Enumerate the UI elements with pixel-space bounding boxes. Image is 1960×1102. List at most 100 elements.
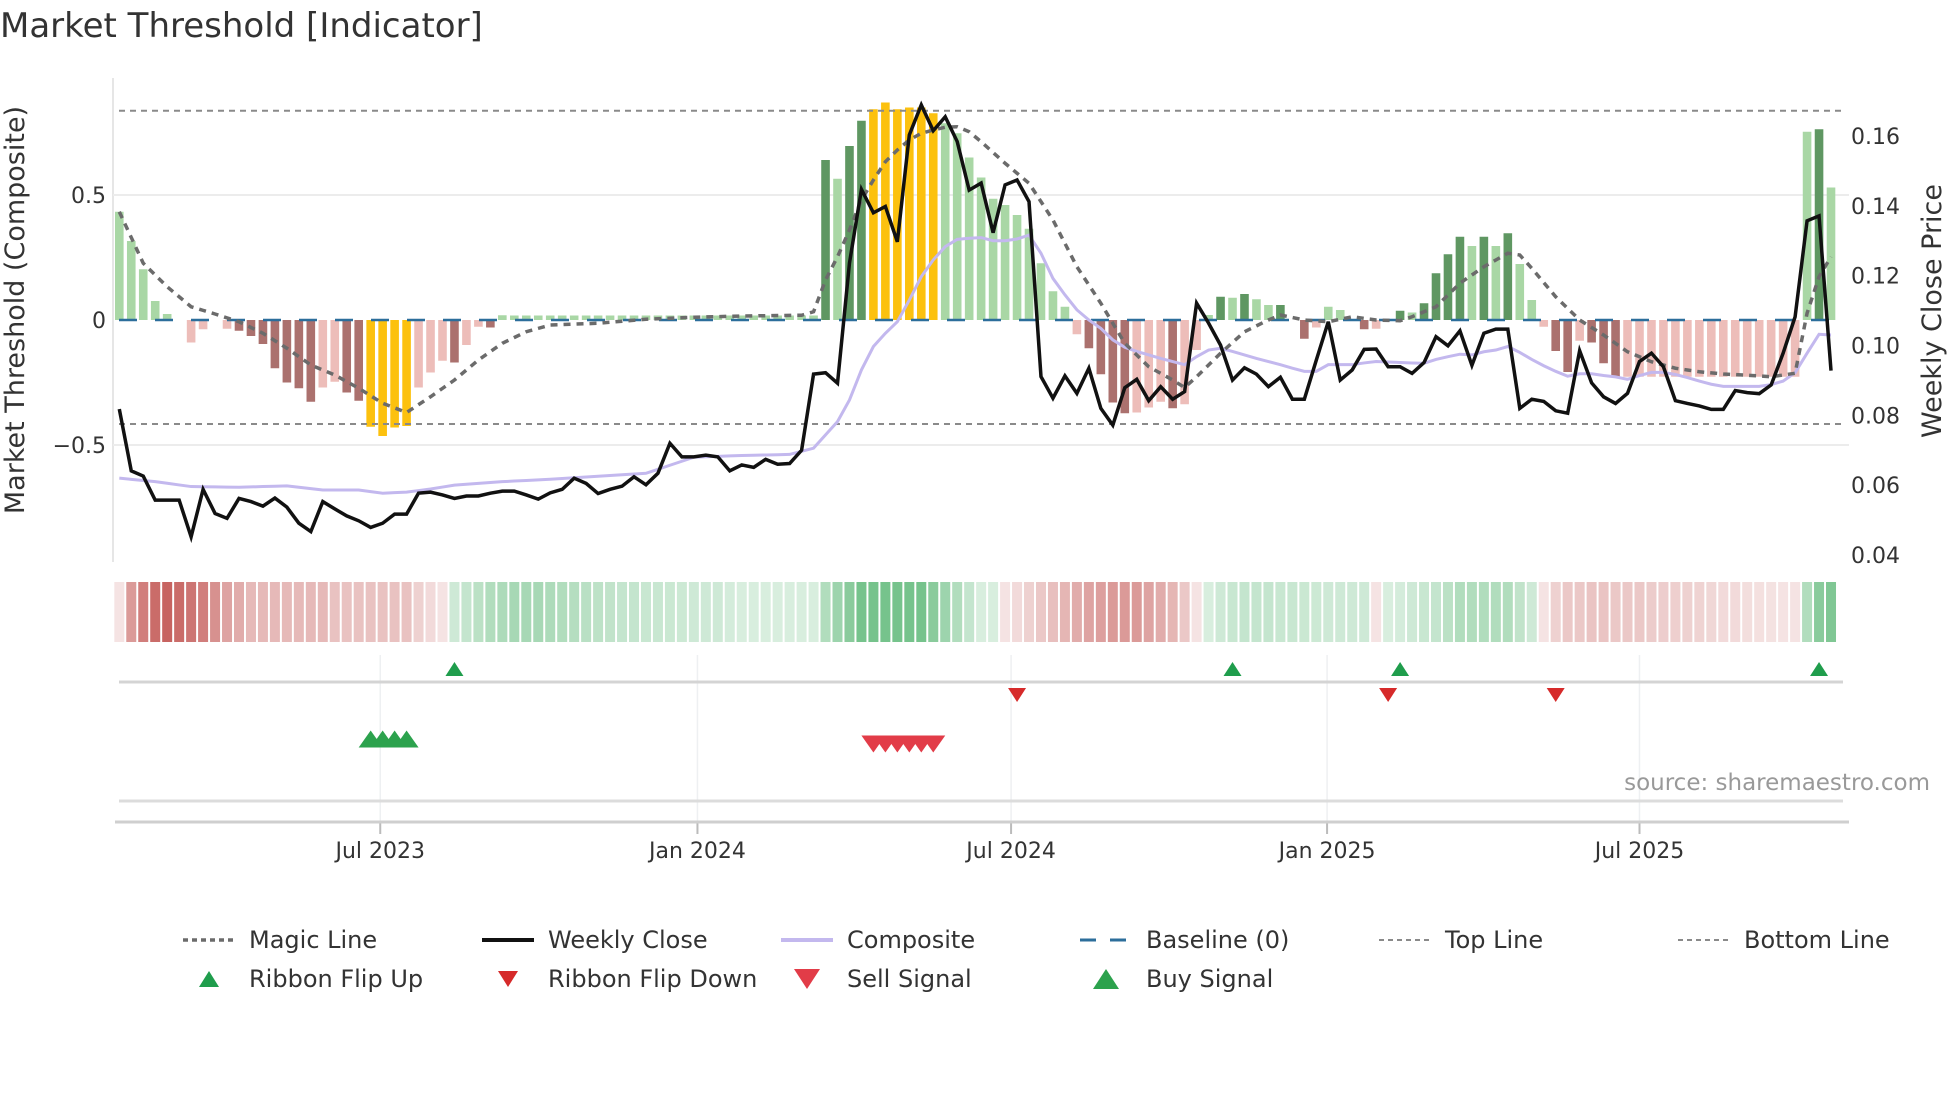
- ribbon-cell: [1766, 582, 1777, 642]
- ribbon-cell: [425, 582, 436, 642]
- ribbon-cell: [605, 582, 616, 642]
- ribbon-cell: [1035, 582, 1046, 642]
- ribbon-cell: [1275, 582, 1286, 642]
- ribbon-cell: [617, 582, 628, 642]
- composite-bar: [1012, 215, 1022, 320]
- composite-bar: [1766, 320, 1776, 377]
- ribbon-cell: [940, 582, 951, 642]
- composite-bar: [1707, 320, 1716, 377]
- ribbon-cell: [1167, 582, 1178, 642]
- ribbon-cell: [1119, 582, 1130, 642]
- x-tick-label: Jan 2025: [1277, 839, 1376, 864]
- ribbon-cell: [533, 582, 544, 642]
- ribbon-cell: [1203, 582, 1214, 642]
- ribbon-cell: [1287, 582, 1298, 642]
- ribbon-cell: [377, 582, 388, 642]
- ribbon-cell: [1012, 582, 1023, 642]
- composite-bar: [1527, 300, 1537, 320]
- ribbon-cell: [904, 582, 915, 642]
- ribbon-cell: [341, 582, 352, 642]
- ribbon-cell: [1024, 582, 1035, 642]
- composite-bar: [1000, 205, 1010, 320]
- ribbon-cell: [281, 582, 292, 642]
- composite-bar: [1431, 273, 1441, 320]
- composite-bar: [1551, 320, 1560, 351]
- right-tick-label: 0.14: [1851, 195, 1900, 220]
- ribbon-cell: [1191, 582, 1202, 642]
- ribbon-cell: [736, 582, 747, 642]
- x-tick-label: Jul 2024: [964, 839, 1056, 864]
- right-tick-label: 0.12: [1851, 265, 1900, 290]
- composite-bar: [138, 269, 148, 320]
- composite-bar: [498, 315, 507, 320]
- ribbon-cell: [1634, 582, 1645, 642]
- ribbon-cell: [114, 582, 125, 642]
- ribbon-cell: [1311, 582, 1322, 642]
- ribbon-cell: [988, 582, 999, 642]
- ribbon-cell: [1694, 582, 1705, 642]
- right-tick-label: 0.06: [1851, 474, 1900, 499]
- ribbon-cell: [724, 582, 735, 642]
- composite-bars: [115, 102, 1836, 436]
- composite-bar: [1276, 305, 1285, 320]
- ribbon-cell: [1526, 582, 1537, 642]
- composite-bar: [1503, 233, 1513, 320]
- ribbon-cell: [269, 582, 280, 642]
- composite-bar: [115, 211, 124, 320]
- composite-bar: [198, 320, 208, 330]
- composite-bar: [1826, 187, 1836, 320]
- composite-bar: [366, 320, 375, 427]
- composite-bar: [390, 320, 399, 428]
- composite-bar: [1515, 264, 1525, 320]
- composite-bar: [1323, 306, 1333, 320]
- composite-bar: [1611, 320, 1620, 378]
- ribbon-cell: [820, 582, 831, 642]
- ribbon-flip-down-marker: [1379, 688, 1398, 702]
- composite-bar: [605, 315, 615, 320]
- ribbon-cell: [1598, 582, 1609, 642]
- composite-bar: [414, 320, 423, 388]
- ribbon-cell: [557, 582, 568, 642]
- composite-bar: [916, 107, 926, 320]
- ribbon-cell: [353, 582, 364, 642]
- x-tick-label: Jul 2025: [1593, 839, 1685, 864]
- composite-bar: [1754, 320, 1764, 377]
- ribbon-cell: [245, 582, 256, 642]
- left-tick-label: −0.5: [53, 434, 106, 459]
- ribbon-cell: [1778, 582, 1789, 642]
- ribbon-cell: [1095, 582, 1106, 642]
- composite-bar: [150, 301, 160, 320]
- ribbon-cell: [1359, 582, 1370, 642]
- ribbon-cell: [1431, 582, 1441, 642]
- ribbon-cell: [1155, 582, 1166, 642]
- signal-panel: Jul 2023 Jan 2024 Jul 2024 Jan 2025 Jul 2025: [115, 655, 1849, 864]
- ribbon-cell: [437, 582, 448, 642]
- composite-bar: [1132, 320, 1142, 413]
- ribbon-cell: [1383, 582, 1394, 642]
- composite-line: [119, 233, 1832, 495]
- ribbon-cell: [1790, 582, 1801, 642]
- ribbon-strip: [114, 582, 1837, 642]
- ribbon-cell: [1754, 582, 1765, 642]
- ribbon-flip-down-marker: [1546, 688, 1565, 702]
- composite-bar: [1395, 310, 1405, 320]
- ribbon-cell: [964, 582, 975, 642]
- ribbon-cell: [1490, 582, 1501, 642]
- ribbon-cell: [1059, 582, 1070, 642]
- ribbon-cell: [449, 582, 460, 642]
- composite-bar: [1216, 296, 1225, 320]
- ribbon-cell: [1562, 582, 1573, 642]
- composite-bar: [1742, 320, 1752, 377]
- ribbon-cell: [186, 582, 197, 642]
- ribbon-cell: [808, 582, 819, 642]
- composite-bar: [1108, 320, 1118, 403]
- composite-bar: [1730, 320, 1740, 377]
- ribbon-cell: [1442, 582, 1453, 642]
- ribbon-cell: [1454, 582, 1465, 642]
- ribbon-cell: [1802, 582, 1813, 642]
- composite-bar: [1240, 294, 1249, 320]
- left-tick-label: 0: [92, 309, 106, 334]
- ribbon-cell: [1706, 582, 1717, 642]
- right-axis-label: Weekly Close Price: [1917, 184, 1948, 438]
- ribbon-cell: [952, 582, 963, 642]
